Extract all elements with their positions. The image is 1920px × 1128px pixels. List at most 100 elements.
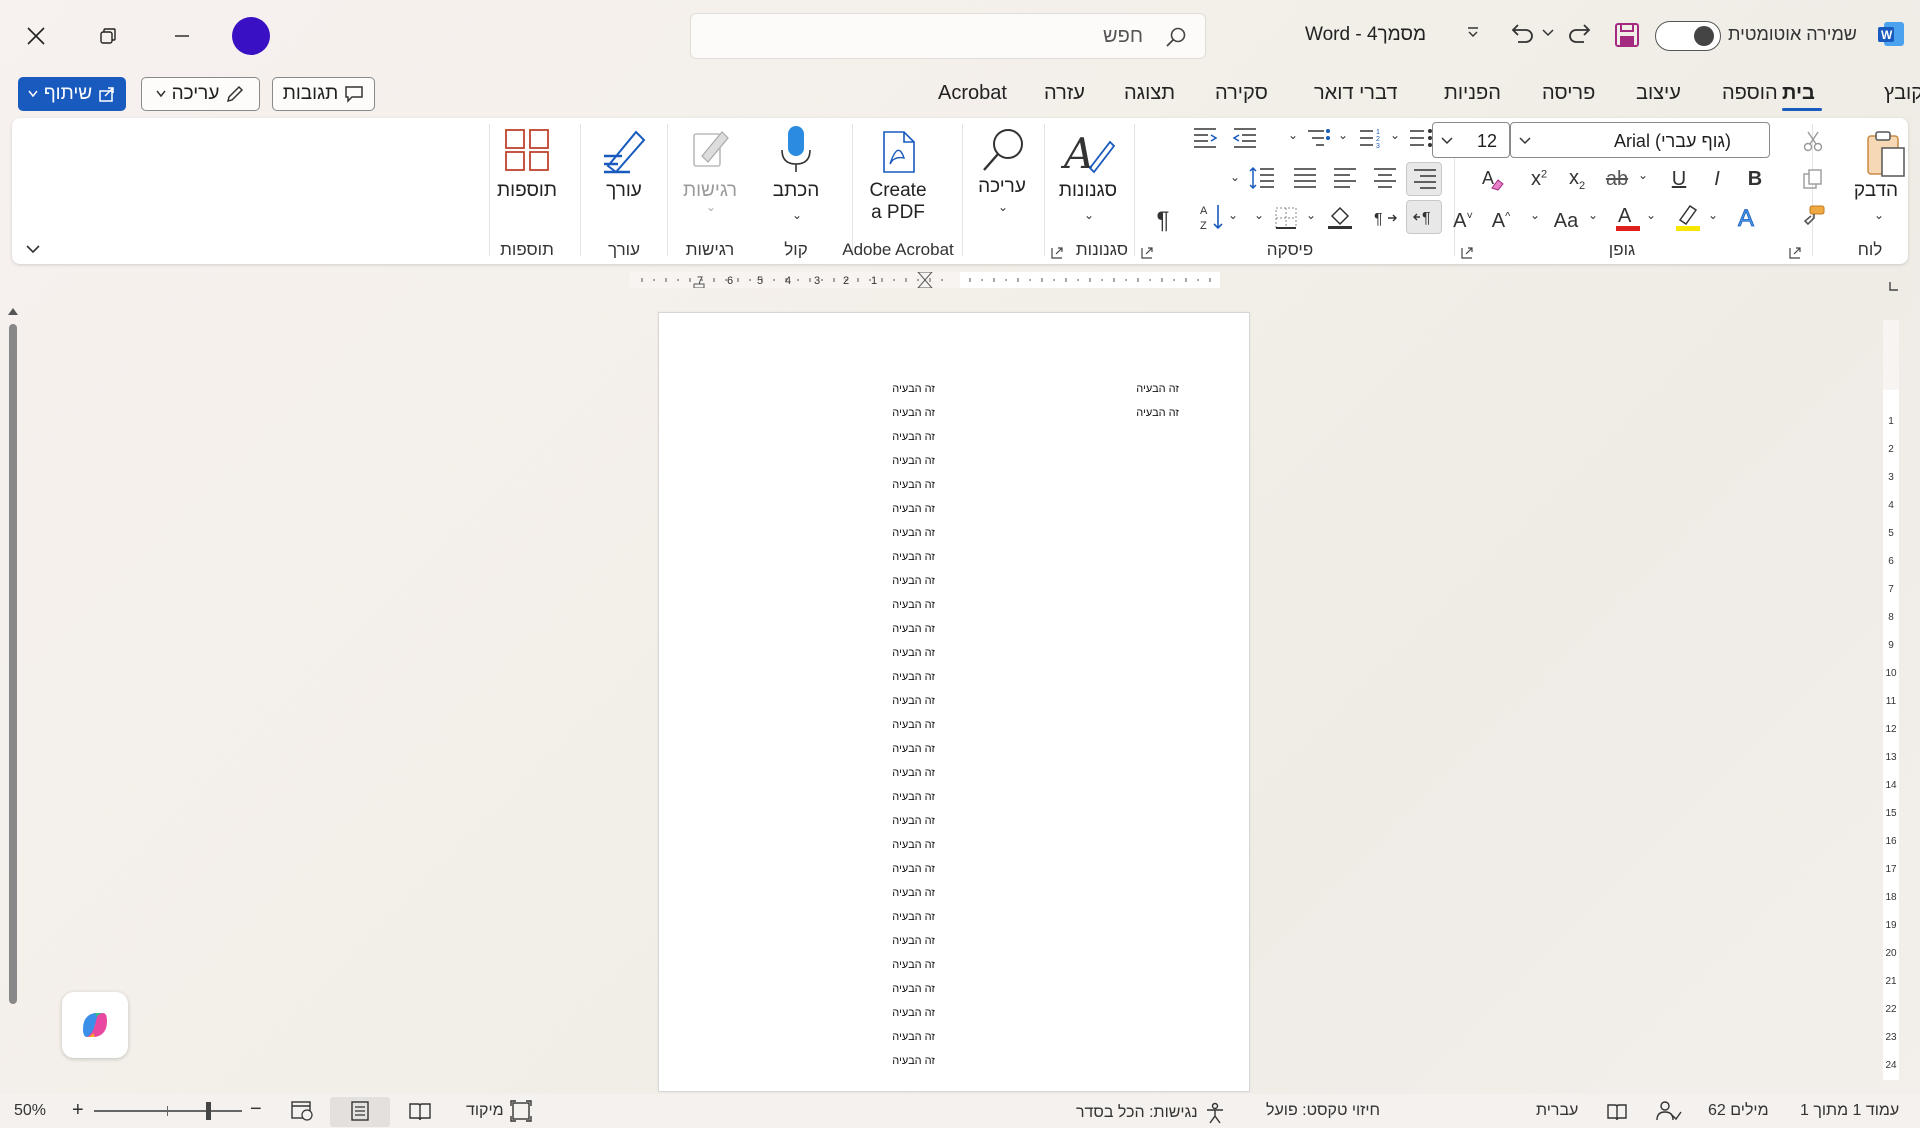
- sort-button[interactable]: AZ: [1198, 202, 1228, 232]
- zoom-slider-thumb[interactable]: [206, 1102, 211, 1120]
- tab-insert[interactable]: הוספה: [1722, 82, 1778, 105]
- editor-button[interactable]: [600, 126, 648, 176]
- copilot-button[interactable]: [62, 992, 128, 1058]
- change-case-button[interactable]: Aa: [1546, 206, 1586, 236]
- autosave-toggle[interactable]: [1655, 21, 1721, 51]
- justify-button[interactable]: [1292, 166, 1318, 190]
- track-changes-status[interactable]: [1656, 1100, 1682, 1122]
- tab-view[interactable]: תצוגה: [1124, 82, 1175, 105]
- font-color-button[interactable]: A: [1614, 202, 1642, 232]
- grow-font-button[interactable]: A^: [1486, 206, 1516, 236]
- dialog-launcher-icon[interactable]: [1460, 246, 1474, 260]
- web-layout-button[interactable]: [290, 1100, 314, 1122]
- line-spacing-button[interactable]: [1248, 166, 1276, 190]
- superscript-button[interactable]: x2: [1524, 164, 1554, 194]
- text-effects-button[interactable]: A: [1736, 204, 1762, 232]
- addins-button[interactable]: [504, 128, 550, 172]
- dialog-launcher-icon[interactable]: [1140, 246, 1154, 260]
- tab-layout[interactable]: פריסה: [1542, 82, 1595, 105]
- comments-button[interactable]: תגובות: [272, 77, 375, 111]
- tab-file[interactable]: קובץ: [1884, 82, 1920, 105]
- undo-button[interactable]: [1508, 20, 1536, 48]
- show-formatting-button[interactable]: ¶: [1148, 206, 1178, 236]
- increase-indent-button[interactable]: [1192, 126, 1218, 150]
- highlight-dropdown[interactable]: ⌄: [1708, 208, 1718, 222]
- tab-design[interactable]: עיצוב: [1636, 82, 1681, 105]
- zoom-out-button[interactable]: −: [250, 1098, 262, 1121]
- tab-home[interactable]: בית: [1782, 82, 1815, 105]
- font-color-dropdown[interactable]: ⌄: [1646, 208, 1656, 222]
- save-button[interactable]: [1614, 22, 1640, 48]
- format-painter-button[interactable]: [1802, 204, 1826, 228]
- underline-dropdown[interactable]: ⌄: [1638, 168, 1648, 182]
- share-button[interactable]: שיתוף: [18, 77, 126, 111]
- highlight-color-button[interactable]: [1674, 202, 1702, 232]
- subscript-button[interactable]: x2: [1562, 164, 1592, 194]
- dictate-button[interactable]: [778, 124, 814, 176]
- word-count[interactable]: 62 מילים: [1708, 1102, 1769, 1120]
- font-name-select[interactable]: Arial (גוף עברי): [1510, 122, 1770, 158]
- align-center-button[interactable]: [1372, 166, 1398, 190]
- close-window-button[interactable]: [16, 16, 56, 56]
- zoom-in-button[interactable]: +: [72, 1099, 84, 1122]
- search-input[interactable]: חפש: [690, 13, 1206, 59]
- tab-references[interactable]: הפניות: [1444, 82, 1501, 105]
- page-count[interactable]: עמוד 1 מתוך 1: [1800, 1102, 1899, 1120]
- borders-button[interactable]: [1274, 206, 1298, 230]
- bullets-dropdown[interactable]: ⌄: [1390, 128, 1400, 142]
- numbering-dropdown[interactable]: ⌄: [1338, 128, 1348, 142]
- align-right-button[interactable]: [1406, 162, 1442, 196]
- customize-qat-button[interactable]: [1466, 26, 1480, 40]
- shading-dropdown[interactable]: ⌄: [1306, 208, 1316, 222]
- rtl-button[interactable]: ¶: [1406, 200, 1442, 234]
- ltr-button[interactable]: ¶: [1372, 206, 1398, 230]
- sensitivity-button[interactable]: [688, 126, 732, 172]
- accessibility-status[interactable]: נגישות: הכל בסדר: [1076, 1102, 1226, 1124]
- line-spacing-dropdown[interactable]: ⌄: [1230, 170, 1240, 184]
- bullets-button[interactable]: [1408, 126, 1434, 150]
- scrollbar-thumb[interactable]: [9, 324, 17, 1004]
- read-mode-button[interactable]: [408, 1100, 432, 1122]
- tab-acrobat[interactable]: Acrobat: [938, 82, 1007, 105]
- strikethrough-button[interactable]: ab: [1602, 164, 1632, 194]
- borders-dropdown[interactable]: ⌄: [1254, 208, 1264, 222]
- multilevel-dropdown[interactable]: ⌄: [1288, 128, 1298, 142]
- clear-formatting-button[interactable]: A: [1480, 166, 1506, 192]
- shading-button[interactable]: [1326, 204, 1354, 230]
- language-status[interactable]: עברית: [1536, 1102, 1578, 1120]
- shrink-font-button[interactable]: A˅: [1448, 206, 1478, 236]
- zoom-percent[interactable]: 50%: [14, 1102, 46, 1120]
- numbering-button[interactable]: 123: [1358, 126, 1384, 150]
- tab-mailings[interactable]: דברי דואר: [1314, 82, 1397, 105]
- dialog-launcher-icon[interactable]: [1050, 246, 1064, 260]
- collapse-ribbon-button[interactable]: [26, 244, 40, 254]
- proofing-button[interactable]: [1606, 1102, 1628, 1122]
- find-button[interactable]: [980, 126, 1028, 174]
- undo-dropdown[interactable]: [1542, 28, 1554, 38]
- redo-button[interactable]: [1566, 20, 1594, 48]
- restore-window-button[interactable]: [88, 16, 128, 56]
- ruler-toggle-icon[interactable]: [1888, 280, 1900, 292]
- text-prediction-status[interactable]: חיזוי טקסט: פועל: [1266, 1102, 1380, 1120]
- align-left-button[interactable]: [1332, 166, 1358, 190]
- bold-button[interactable]: B: [1740, 164, 1770, 194]
- multilevel-list-button[interactable]: [1306, 126, 1332, 150]
- minimize-window-button[interactable]: [162, 16, 202, 56]
- underline-button[interactable]: U: [1664, 164, 1694, 194]
- focus-button[interactable]: מיקוד: [466, 1100, 532, 1122]
- document-page[interactable]: זה הבעיה זה הבעיה זה הבעיה זה הבעיה זה הבעיה…: [658, 312, 1250, 1092]
- change-case-dropdown[interactable]: ⌄: [1588, 208, 1598, 222]
- tab-review[interactable]: סקירה: [1215, 82, 1268, 105]
- font-size-select[interactable]: 12: [1432, 122, 1510, 158]
- dialog-launcher-icon[interactable]: [1788, 246, 1802, 260]
- sort-dropdown[interactable]: ⌄: [1228, 208, 1238, 222]
- font-size-dropdown[interactable]: ⌄: [1530, 208, 1540, 222]
- copy-button[interactable]: [1802, 168, 1824, 190]
- cut-button[interactable]: [1802, 130, 1824, 152]
- styles-button[interactable]: A: [1060, 128, 1116, 178]
- vertical-scrollbar[interactable]: [6, 306, 20, 1108]
- decrease-indent-button[interactable]: [1232, 126, 1258, 150]
- account-avatar[interactable]: [232, 17, 270, 55]
- italic-button[interactable]: I: [1702, 164, 1732, 194]
- tab-help[interactable]: עזרה: [1044, 82, 1085, 105]
